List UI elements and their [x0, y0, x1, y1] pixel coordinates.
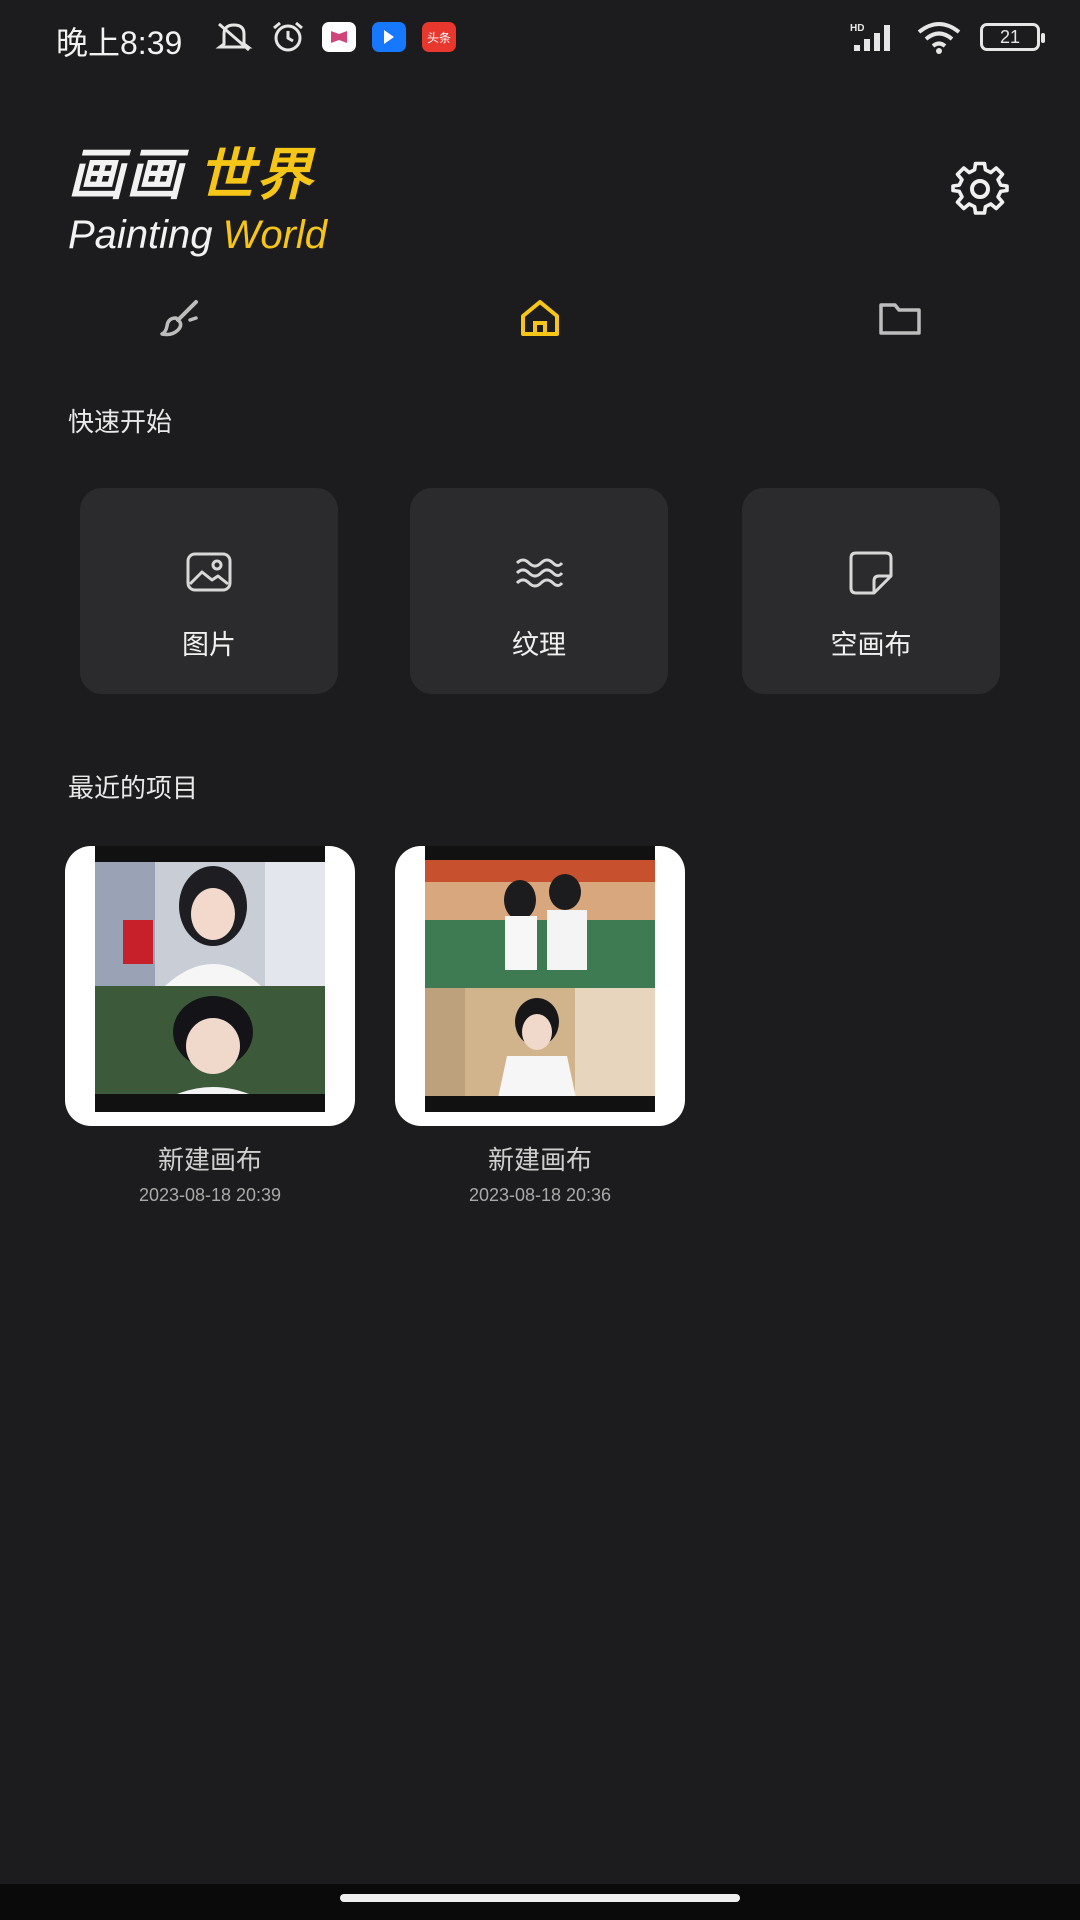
project-date: 2023-08-18 20:39 — [138, 1185, 282, 1205]
project-thumbnail-image — [425, 860, 655, 1112]
project-name: 新建画布 — [157, 1146, 262, 1176]
wifi-icon — [917, 22, 961, 54]
mute-icon — [215, 22, 253, 52]
folder-icon — [879, 303, 921, 335]
quick-start-title: 快速开始 — [68, 408, 173, 438]
quick-start-blank-canvas-label: 空画布 — [830, 630, 912, 661]
logo-en-white: Painting — [68, 213, 213, 257]
status-system-icons: HD 21 — [848, 20, 1045, 54]
texture-icon — [515, 558, 564, 588]
brush-icon — [160, 300, 198, 337]
tab-files[interactable] — [870, 288, 930, 348]
project-thumbnail[interactable] — [395, 846, 685, 1126]
quick-start-texture[interactable]: 纹理 — [410, 488, 668, 694]
quick-start-image-label: 图片 — [182, 630, 236, 661]
signal-icon: HD — [850, 23, 890, 51]
recent-projects-title: 最近的项目 — [68, 774, 199, 804]
logo-english: Painting World — [68, 213, 327, 258]
settings-button[interactable] — [950, 160, 1010, 220]
quick-start-blank-canvas[interactable]: 空画布 — [742, 488, 1000, 694]
image-icon — [186, 552, 232, 592]
project-thumbnail[interactable] — [65, 846, 355, 1126]
app-logo: 画画 世界 Painting World — [68, 130, 327, 258]
news-app-icon: 头条 — [422, 22, 456, 52]
gear-icon — [951, 161, 1009, 215]
logo-cn-white: 画画 — [68, 143, 184, 208]
battery-icon: 21 — [980, 23, 1045, 51]
tab-draw[interactable] — [150, 288, 210, 348]
project-card[interactable]: 新建画布 2023-08-18 20:39 — [65, 846, 355, 1206]
logo-cn-yellow: 世界 — [198, 143, 314, 208]
navigation-bar — [0, 1884, 1080, 1920]
app-icon — [372, 22, 406, 52]
project-card[interactable]: 新建画布 2023-08-18 20:36 — [395, 846, 685, 1206]
app-icon — [322, 22, 356, 52]
tab-bar — [0, 288, 1080, 348]
blank-canvas-icon — [849, 551, 893, 595]
alarm-icon — [273, 21, 303, 52]
status-time: 晚上8:39 — [56, 25, 183, 61]
quick-start-image[interactable]: 图片 — [80, 488, 338, 694]
home-indicator[interactable] — [340, 1894, 740, 1902]
battery-level: 21 — [999, 26, 1021, 47]
logo-chinese: 画画 世界 — [68, 130, 327, 211]
project-thumbnail-image — [95, 862, 325, 1112]
project-name: 新建画布 — [487, 1146, 592, 1176]
home-icon — [521, 300, 559, 336]
svg-text:HD: HD — [850, 23, 864, 34]
status-bar: 晚上8:39 头条 HD 21 — [0, 0, 1080, 78]
logo-en-yellow: World — [222, 213, 328, 257]
status-notification-icons: 头条 — [214, 20, 456, 54]
quick-start-texture-label: 纹理 — [512, 630, 566, 661]
project-date: 2023-08-18 20:36 — [468, 1185, 612, 1205]
tab-home[interactable] — [510, 288, 570, 348]
